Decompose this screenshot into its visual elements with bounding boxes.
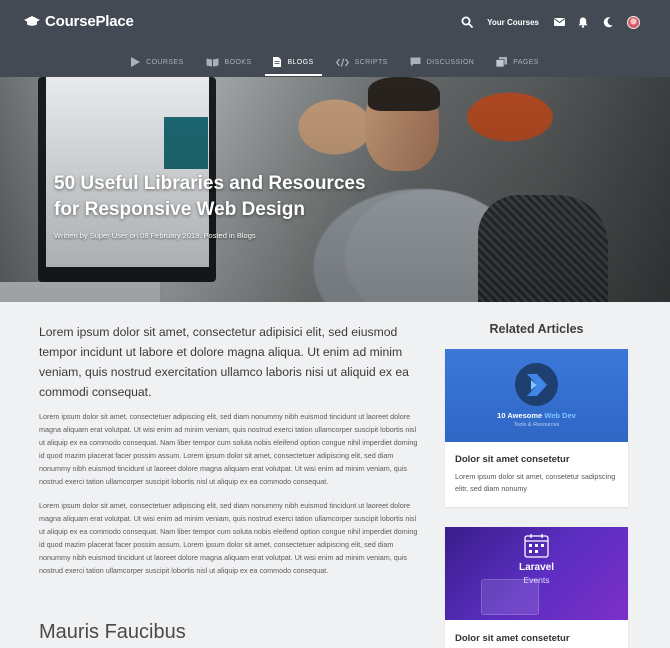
calendar-icon bbox=[524, 534, 549, 558]
nav-label: BLOGS bbox=[287, 58, 314, 66]
mail-icon[interactable] bbox=[552, 13, 566, 31]
document-icon bbox=[273, 57, 282, 67]
related-article-card[interactable]: Laravel Events Dolor sit amet consetetur bbox=[445, 527, 628, 648]
nav-item-discussion[interactable]: DISCUSSION bbox=[402, 47, 483, 77]
related-article-title[interactable]: Dolor sit amet consetetur bbox=[455, 454, 570, 465]
thumbnail-caption: 10 Awesome Web Dev bbox=[445, 411, 628, 420]
main-nav: COURSES BOOKS BLOGS SCRIPTS DISCUSSION P… bbox=[0, 47, 670, 77]
article-title: 50 Useful Libraries and Resources for Re… bbox=[54, 171, 454, 223]
thumbnail-laptop-graphic bbox=[481, 579, 539, 615]
nav-item-books[interactable]: BOOKS bbox=[198, 47, 260, 77]
thumbnail-caption-text: 10 Awesome bbox=[497, 411, 545, 420]
article-paragraph: Lorem ipsum dolor sit amet, consectetuer… bbox=[39, 501, 418, 575]
related-article-thumbnail[interactable]: Laravel Events bbox=[445, 527, 628, 620]
hero-banner: 50 Useful Libraries and Resources for Re… bbox=[0, 77, 670, 302]
article-title-line: 50 Useful Libraries and Resources bbox=[54, 173, 366, 194]
nav-label: COURSES bbox=[146, 58, 184, 66]
bell-icon[interactable] bbox=[576, 13, 590, 31]
article-body: Lorem ipsum dolor sit amet, consectetur … bbox=[39, 322, 422, 590]
header-tools: Your Courses bbox=[459, 13, 640, 31]
nav-label: SCRIPTS bbox=[354, 58, 388, 66]
brand-logo[interactable]: CoursePlace bbox=[24, 13, 134, 30]
nav-item-blogs[interactable]: BLOGS bbox=[265, 47, 322, 77]
related-article-excerpt: Lorem ipsum dolor sit amet, consetetur s… bbox=[455, 472, 616, 493]
your-courses-link[interactable]: Your Courses bbox=[487, 13, 539, 31]
moon-icon[interactable] bbox=[601, 13, 615, 31]
thumbnail-caption-highlight: Web Dev bbox=[544, 411, 576, 420]
related-article-card[interactable]: 10 Awesome Web Dev Tools & Resources Dol… bbox=[445, 349, 628, 507]
play-icon bbox=[131, 57, 141, 67]
article-title-line: for Responsive Web Design bbox=[54, 199, 305, 220]
chat-icon bbox=[410, 57, 421, 67]
brand-name: CoursePlace bbox=[45, 13, 134, 30]
chevron-logo-icon bbox=[515, 363, 558, 406]
article-meta: Written by Super User on 08 February 201… bbox=[54, 231, 256, 240]
book-icon bbox=[206, 58, 219, 66]
related-article-thumbnail[interactable]: 10 Awesome Web Dev Tools & Resources bbox=[445, 349, 628, 442]
article-subheading: Mauris Faucibus bbox=[39, 621, 186, 643]
search-icon[interactable] bbox=[459, 13, 475, 31]
top-header: CoursePlace Your Courses COURSES BOOKS B… bbox=[0, 0, 670, 77]
thumbnail-subcaption: Tools & Resources bbox=[513, 422, 560, 428]
pages-icon bbox=[496, 57, 508, 67]
graduation-cap-icon bbox=[24, 15, 40, 26]
code-icon bbox=[335, 57, 349, 67]
article-lead: Lorem ipsum dolor sit amet, consectetur … bbox=[39, 325, 409, 399]
nav-item-pages[interactable]: PAGES bbox=[488, 47, 547, 77]
nav-item-courses[interactable]: COURSES bbox=[123, 47, 191, 77]
related-articles-title: Related Articles bbox=[489, 322, 584, 336]
thumbnail-caption: Laravel bbox=[518, 562, 555, 573]
nav-label: PAGES bbox=[513, 58, 539, 66]
article-paragraph: Lorem ipsum dolor sit amet, consectetuer… bbox=[39, 412, 418, 486]
nav-item-scripts[interactable]: SCRIPTS bbox=[328, 47, 396, 77]
user-avatar[interactable] bbox=[627, 15, 640, 29]
related-article-title[interactable]: Dolor sit amet consetetur bbox=[455, 633, 570, 644]
nav-label: DISCUSSION bbox=[426, 58, 475, 66]
nav-label: BOOKS bbox=[224, 58, 252, 66]
